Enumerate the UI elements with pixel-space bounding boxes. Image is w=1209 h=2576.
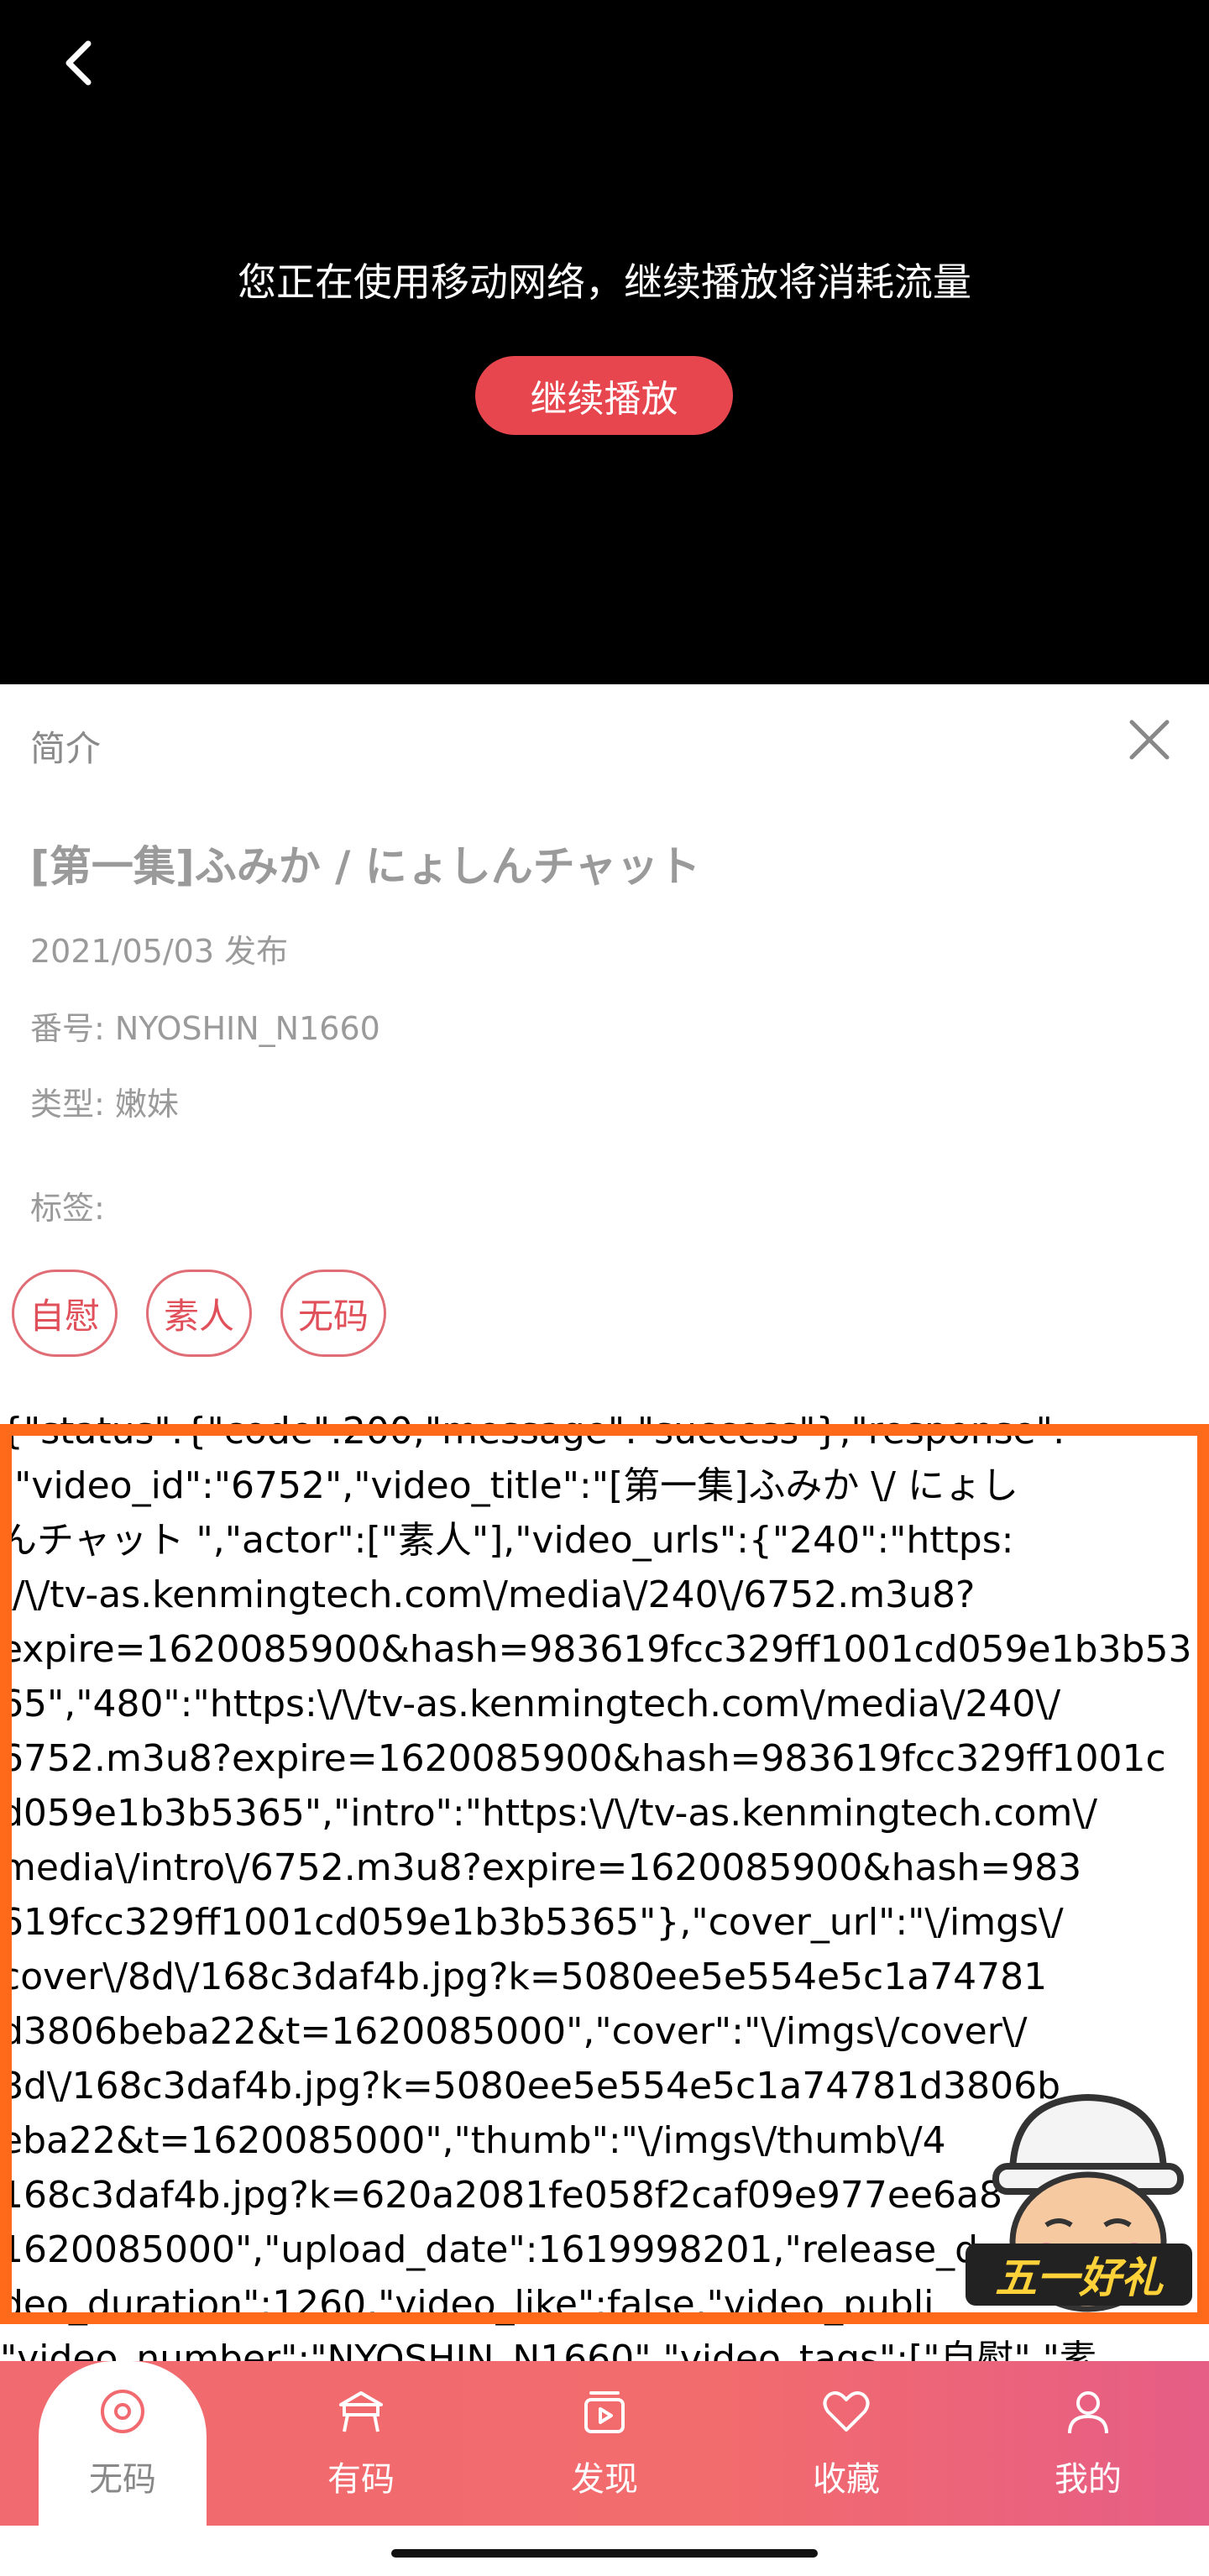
person-icon <box>1068 2391 1108 2434</box>
publish-date: 2021/05/03 发布 <box>30 933 289 970</box>
tab-wuma[interactable]: 无码 <box>39 2361 207 2526</box>
video-player[interactable]: 您正在使用移动网络，继续播放将消耗流量 继续播放 <box>0 0 1209 684</box>
tag-chip[interactable]: 自慰 <box>12 1270 118 1357</box>
tent-icon <box>339 2391 383 2432</box>
back-button[interactable] <box>50 34 109 92</box>
home-indicator <box>391 2549 818 2558</box>
tab-faxian[interactable]: 发现 <box>521 2361 688 2526</box>
response-text-line: ["video_id":"6752","video_title":"[第一集]ふ… <box>0 1464 1018 1507</box>
tab-label: 我的 <box>1055 2460 1122 2499</box>
promo-label[interactable]: 五一好礼 <box>966 2244 1192 2306</box>
target-icon <box>101 2390 144 2433</box>
video-category: 类型: 嫩妹 <box>30 1086 179 1123</box>
tab-shoucang[interactable]: 收藏 <box>762 2361 930 2526</box>
response-text-line: "video_number":"NYOSHIN_N1660","video_ta… <box>0 2338 1096 2361</box>
intro-section-label: 简介 <box>30 728 102 769</box>
video-number: 番号: NYOSHIN_N1660 <box>30 1010 380 1047</box>
tab-label: 收藏 <box>813 2460 880 2499</box>
tab-label: 无码 <box>89 2460 156 2499</box>
response-text-line: {"status":{"code":200,"message":"success… <box>0 1410 1065 1453</box>
close-button[interactable] <box>1122 712 1177 767</box>
tab-label: 发现 <box>571 2460 638 2499</box>
response-text-line: expire=1620085900&hash=983619fcc329ff100… <box>0 1628 1192 1671</box>
continue-play-button[interactable]: 继续播放 <box>475 356 733 435</box>
response-text-line: cover\/8d\/168c3daf4b.jpg?k=5080ee5e554e… <box>0 1956 1048 1998</box>
response-text-line: 619fcc329ff1001cd059e1b3b5365"},"cover_u… <box>0 1901 1064 1944</box>
response-text-line: \/\/tv-as.kenmingtech.com\/media\/240\/6… <box>0 1573 976 1616</box>
response-text-line: んチャット ","actor":["素人"],"video_urls":{"24… <box>0 1519 1014 1562</box>
response-text-line: 6752.m3u8?expire=1620085900&hash=983619f… <box>0 1737 1166 1780</box>
tab-wode[interactable]: 我的 <box>1004 2361 1172 2526</box>
response-text-line: d3806beba22&t=1620085000","cover":"\/img… <box>0 2010 1028 2053</box>
response-text-line: 65","480":"https:\/\/tv-as.kenmingtech.c… <box>0 1683 1061 1725</box>
tab-label: 有码 <box>327 2460 395 2499</box>
close-icon <box>1129 720 1170 760</box>
tab-youma[interactable]: 有码 <box>277 2361 445 2526</box>
response-text-line: media\/intro\/6752.m3u8?expire=162008590… <box>0 1846 1082 1889</box>
tags-label: 标签: <box>30 1190 105 1227</box>
chevron-left-icon <box>65 40 92 86</box>
video-title: [第一集]ふみか / にょしんチャット <box>30 842 701 891</box>
response-text-line: d059e1b3b5365","intro":"https:\/\/tv-as.… <box>0 1792 1097 1835</box>
play-stack-icon <box>584 2391 625 2433</box>
network-warning-text: 您正在使用移动网络，继续播放将消耗流量 <box>238 259 971 305</box>
tag-chip[interactable]: 无码 <box>280 1270 386 1357</box>
heart-icon <box>823 2391 870 2432</box>
tag-chip[interactable]: 素人 <box>146 1270 252 1357</box>
